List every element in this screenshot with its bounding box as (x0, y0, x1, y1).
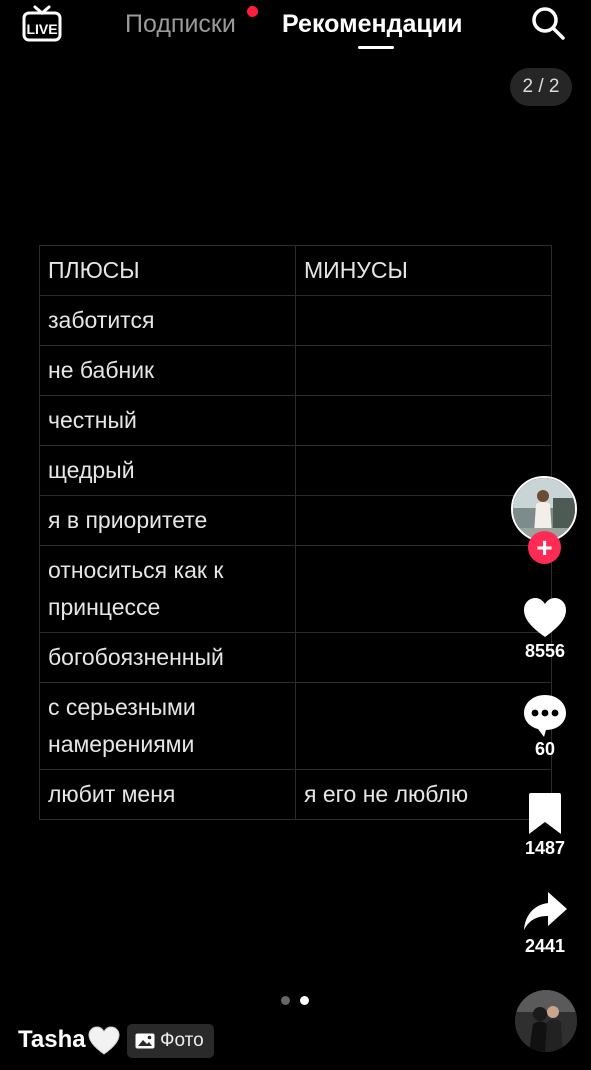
table-cell: не бабник (39, 345, 296, 396)
action-sidebar: + 8556 60 1487 2441 (505, 0, 585, 1070)
table: ПЛЮСЫ МИНУСЫ заботится не бабник честный… (39, 245, 552, 820)
tab-subscriptions[interactable]: Подписки (125, 10, 236, 39)
save-count: 1487 (524, 838, 566, 858)
share-count: 2441 (524, 936, 566, 956)
follow-button[interactable]: + (528, 531, 561, 564)
tab-recommendations[interactable]: Рекомендации (282, 10, 462, 39)
live-tv-icon[interactable]: LIVE (22, 4, 62, 44)
table-cell: щедрый (39, 445, 296, 496)
table-cell: я в приоритете (39, 495, 296, 546)
table-row: богобоязненный (39, 632, 552, 683)
table-row: щедрый (39, 445, 552, 496)
table-row: относиться как к принцессе (39, 545, 552, 633)
share-arrow-icon[interactable] (521, 888, 569, 936)
table-cell: с серьезными намерениями (39, 682, 296, 770)
table-row: заботится (39, 295, 552, 346)
table-row: с серьезными намерениями (39, 682, 552, 770)
table-cell: честный (39, 395, 296, 446)
carousel-indicator (281, 996, 311, 1006)
table-row: я в приоритете (39, 495, 552, 546)
active-tab-indicator (358, 46, 394, 49)
carousel-dot-active (300, 996, 309, 1005)
table-cell: богобоязненный (39, 632, 296, 683)
music-disc[interactable] (515, 990, 577, 1052)
white-heart-icon (88, 1026, 120, 1055)
music-cover-image (515, 990, 577, 1052)
photo-badge-label: Фото (160, 1030, 204, 1051)
table-row: любит меня я его не люблю (39, 769, 552, 820)
table-header-pros: ПЛЮСЫ (39, 245, 296, 296)
table-cell: относиться как к принцессе (39, 545, 296, 633)
table-cell: любит меня (39, 769, 296, 820)
like-heart-icon[interactable] (521, 594, 569, 642)
table-header-row: ПЛЮСЫ МИНУСЫ (39, 245, 552, 296)
photo-icon (135, 1033, 155, 1049)
table-row: честный (39, 395, 552, 446)
live-label: LIVE (26, 21, 57, 37)
table-cell: заботится (39, 295, 296, 346)
comment-bubble-icon[interactable] (521, 692, 569, 740)
notification-dot (247, 6, 258, 17)
top-bar: LIVE Подписки Рекомендации (0, 0, 591, 60)
pros-cons-table: ПЛЮСЫ МИНУСЫ заботится не бабник честный… (39, 245, 552, 820)
author-username[interactable]: Tasha (18, 1026, 86, 1054)
like-count: 8556 (524, 641, 566, 661)
bookmark-icon[interactable] (521, 790, 569, 838)
carousel-dot (281, 996, 290, 1005)
photo-badge: Фото (127, 1024, 214, 1058)
table-row: не бабник (39, 345, 552, 396)
comment-count: 60 (534, 739, 556, 759)
